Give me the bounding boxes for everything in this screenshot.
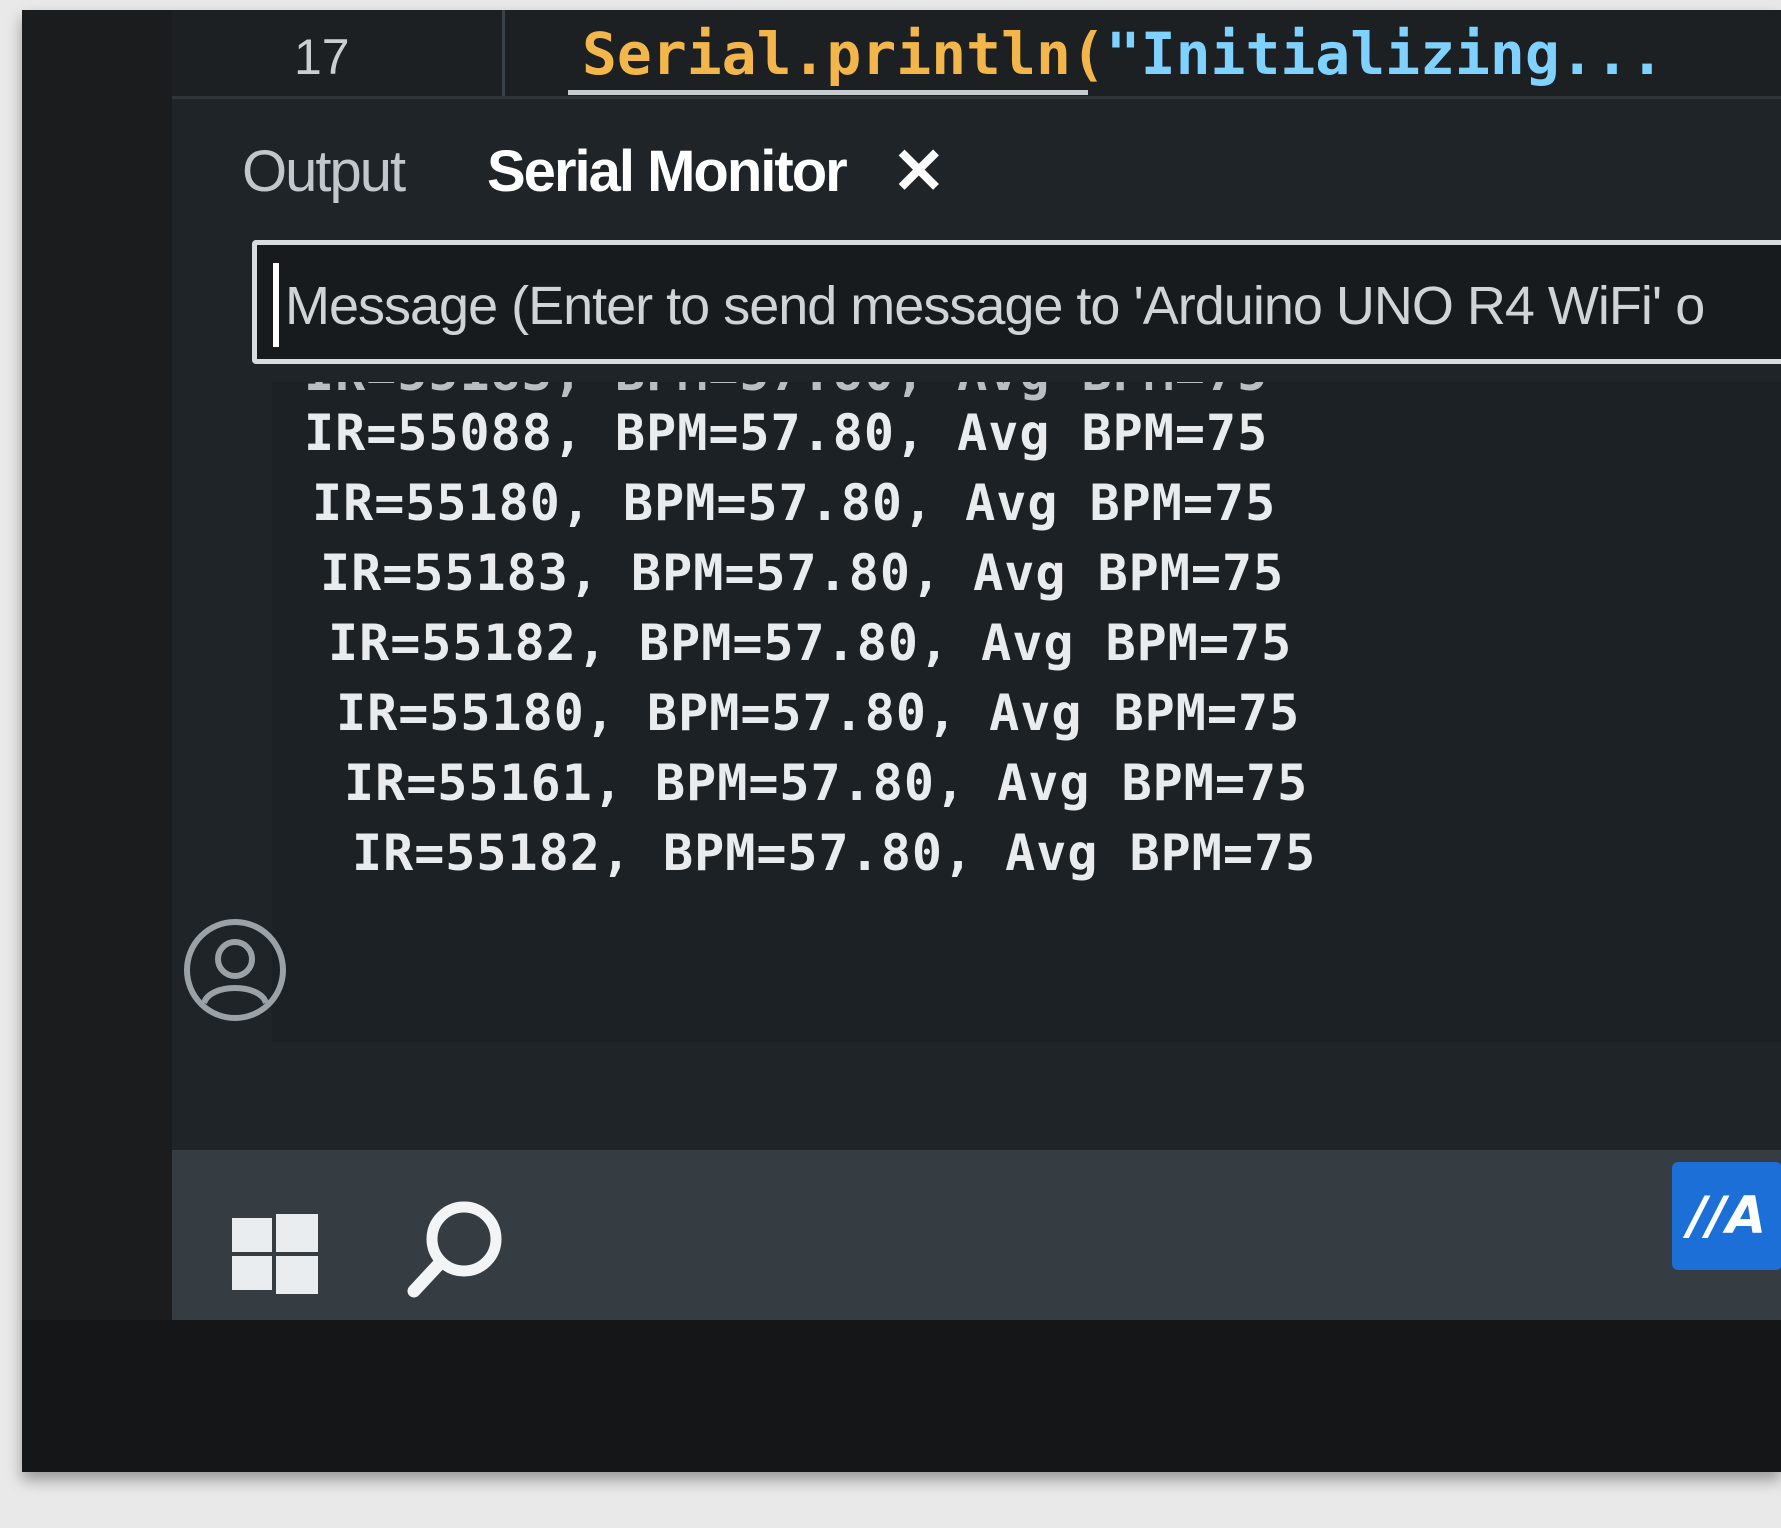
windows-start-icon[interactable] bbox=[230, 1214, 320, 1294]
account-icon[interactable] bbox=[180, 915, 290, 1025]
code-underline bbox=[568, 90, 1088, 95]
gutter-separator bbox=[502, 10, 505, 96]
message-input[interactable] bbox=[283, 259, 1781, 353]
ide-window: 17 Serial.println("Initializing... Outpu… bbox=[172, 10, 1781, 1320]
serial-line: IR=55182, BPM=57.80, Avg BPM=75 bbox=[352, 824, 1317, 882]
serial-line: IR=55183, BPM=57.80, Avg BPM=75 bbox=[320, 544, 1285, 602]
tab-serial-monitor[interactable]: Serial Monitor bbox=[487, 138, 848, 205]
message-box[interactable] bbox=[252, 240, 1781, 364]
code-text: Serial.println("Initializing... bbox=[582, 20, 1665, 88]
serial-line: IR=55161, BPM=57.80, Avg BPM=75 bbox=[344, 754, 1309, 812]
photo-frame: 17 Serial.println("Initializing... Outpu… bbox=[22, 10, 1781, 1472]
line-number: 17 bbox=[294, 29, 350, 85]
serial-line: IR=55182, BPM=57.80, Avg BPM=75 bbox=[328, 614, 1293, 672]
editor-code-line[interactable]: 17 Serial.println("Initializing... bbox=[172, 10, 1781, 99]
search-icon[interactable] bbox=[402, 1195, 512, 1305]
serial-line: IR=55180, BPM=57.80, Avg BPM=75 bbox=[336, 684, 1301, 742]
tab-output[interactable]: Output bbox=[242, 138, 406, 205]
code-function: Serial.println( bbox=[582, 20, 1106, 88]
text-caret bbox=[273, 263, 279, 347]
serial-line-partial: IR=55183, BPM=57.80, Avg BPM=75 bbox=[304, 382, 1268, 402]
serial-line: IR=55180, BPM=57.80, Avg BPM=75 bbox=[312, 474, 1277, 532]
arduino-ide-icon[interactable]: //A bbox=[1672, 1162, 1781, 1270]
taskbar: //A bbox=[172, 1150, 1781, 1320]
serial-output-area[interactable]: IR=55183, BPM=57.80, Avg BPM=75 IR=55088… bbox=[272, 382, 1781, 1042]
serial-line: IR=55088, BPM=57.80, Avg BPM=75 bbox=[304, 404, 1269, 462]
code-string: "Initializing... bbox=[1105, 20, 1665, 88]
close-icon[interactable]: ✕ bbox=[892, 134, 946, 209]
monitor-bezel bbox=[22, 1320, 1781, 1472]
